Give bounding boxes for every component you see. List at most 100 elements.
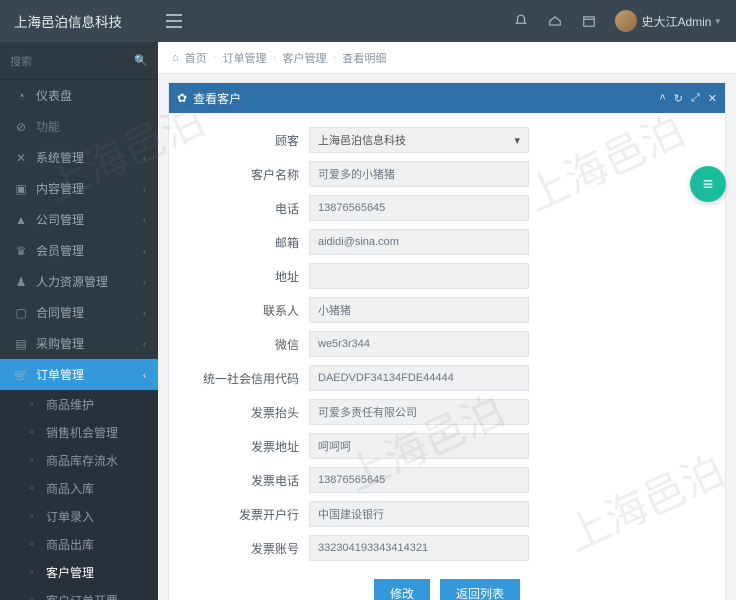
sidebar-sub-product-maintain[interactable]: ▫商品维护 — [0, 390, 158, 418]
sidebar-item-company[interactable]: ▲公司管理‹ — [0, 204, 158, 235]
input-inv-bank[interactable]: 中国建设银行 — [309, 501, 529, 527]
breadcrumb-l2[interactable]: 客户管理 — [282, 50, 326, 66]
menu-toggle-icon[interactable] — [158, 5, 190, 37]
input-phone[interactable]: 13876565645 — [309, 195, 529, 221]
sidebar-item-content[interactable]: ▣内容管理‹ — [0, 173, 158, 204]
grid-icon: ▣ — [12, 182, 30, 196]
dot-icon: ▫ — [30, 511, 44, 522]
sidebar-sub-customer[interactable]: ▫客户管理 — [0, 558, 158, 586]
label-inv-bank: 发票开户行 — [181, 506, 309, 523]
chevron-down-icon: ▾ — [514, 134, 520, 147]
input-contact[interactable]: 小猪猪 — [309, 297, 529, 323]
cart-icon: 🛒 — [12, 368, 30, 382]
breadcrumb-l3: 查看明细 — [342, 50, 386, 66]
person-icon: ♟ — [12, 275, 30, 289]
sep-icon: ◦ — [332, 52, 336, 64]
menu-icon: ≡ — [703, 174, 714, 195]
bell-icon[interactable] — [513, 13, 529, 29]
avatar — [615, 10, 637, 32]
sidebar-sub-stock-flow[interactable]: ▫商品库存流水 — [0, 446, 158, 474]
label-wechat: 微信 — [181, 336, 309, 353]
sidebar-sub-customer-invoice[interactable]: ▫客户订单开票 — [0, 586, 158, 600]
sidebar-item-hr[interactable]: ♟人力资源管理‹ — [0, 266, 158, 297]
sidebar-item-dashboard[interactable]: ◔仪表盘 — [0, 80, 158, 111]
select-tenant[interactable]: 上海邑泊信息科技▾ — [309, 127, 529, 153]
input-inv-addr[interactable]: 呵呵呵 — [309, 433, 529, 459]
label-tenant: 顾客 — [181, 132, 309, 149]
dot-icon: ▫ — [30, 399, 44, 410]
chevron-left-icon: ‹ — [143, 339, 146, 349]
back-button[interactable]: 返回列表 — [440, 579, 520, 600]
dot-icon: ▫ — [30, 455, 44, 466]
input-wechat[interactable]: we5r3r344 — [309, 331, 529, 357]
chevron-left-icon: ‹ — [143, 246, 146, 256]
brand-title: 上海邑泊信息科技 — [0, 11, 158, 31]
input-inv-acct[interactable]: 332304193343414321 — [309, 535, 529, 561]
tool-icon[interactable]: ˄ — [659, 92, 665, 105]
panel-tools: ˄ ↻ ⤢ ✕ — [659, 92, 717, 105]
input-email[interactable]: aididi@sina.com — [309, 229, 529, 255]
panel: ✿ 查看客户 ˄ ↻ ⤢ ✕ 顾客上海邑泊信息科技▾ 客户名称可爱多的小猪猪 电… — [168, 82, 726, 600]
sidebar-sub-stock-out[interactable]: ▫商品出库 — [0, 530, 158, 558]
sidebar-sub-order-entry[interactable]: ▫订单录入 — [0, 502, 158, 530]
close-icon[interactable]: ✕ — [708, 92, 717, 105]
sidebar-item-features[interactable]: ⊘功能 — [0, 111, 158, 142]
sidebar-item-contract[interactable]: ▢合同管理‹ — [0, 297, 158, 328]
search-placeholder: 搜索 — [10, 53, 134, 69]
chevron-left-icon: ‹ — [143, 277, 146, 287]
chevron-left-icon: ‹ — [143, 184, 146, 194]
sidebar-item-system[interactable]: ✕系统管理‹ — [0, 142, 158, 173]
sep-icon: ◦ — [213, 52, 217, 64]
search-icon: 🔍 — [134, 54, 148, 67]
sep-icon: ◦ — [273, 52, 277, 64]
dot-icon: ▫ — [30, 427, 44, 438]
sidebar-item-purchase[interactable]: ▤采购管理‹ — [0, 328, 158, 359]
label-contact: 联系人 — [181, 302, 309, 319]
breadcrumb: ⌂ 首页 ◦ 订单管理 ◦ 客户管理 ◦ 查看明细 — [158, 42, 736, 74]
label-inv-acct: 发票账号 — [181, 540, 309, 557]
sidebar-item-member[interactable]: ♛会员管理‹ — [0, 235, 158, 266]
sidebar-sub-sales-opportunity[interactable]: ▫销售机会管理 — [0, 418, 158, 446]
panel-title: 查看客户 — [193, 90, 241, 107]
crown-icon: ♛ — [12, 244, 30, 258]
dot-icon: ▫ — [30, 595, 44, 600]
breadcrumb-l1[interactable]: 订单管理 — [223, 50, 267, 66]
input-uscc[interactable]: DAEDVDF34134FDE44444 — [309, 365, 529, 391]
doc-icon: ▢ — [12, 306, 30, 320]
topbar-right: 史大江Admin ▾ — [513, 10, 736, 32]
home-icon[interactable]: ⌂ — [172, 52, 179, 64]
input-inv-phone[interactable]: 13876565645 — [309, 467, 529, 493]
panel-header: ✿ 查看客户 ˄ ↻ ⤢ ✕ — [169, 83, 725, 113]
panel-body: 顾客上海邑泊信息科技▾ 客户名称可爱多的小猪猪 电话13876565645 邮箱… — [169, 113, 725, 600]
search-input[interactable]: 搜索 🔍 — [0, 42, 158, 80]
input-inv-title[interactable]: 可爱多责任有限公司 — [309, 399, 529, 425]
input-name[interactable]: 可爱多的小猪猪 — [309, 161, 529, 187]
dot-icon: ▫ — [30, 483, 44, 494]
user-menu[interactable]: 史大江Admin ▾ — [615, 10, 720, 32]
input-addr[interactable] — [309, 263, 529, 289]
dot-icon: ▫ — [30, 539, 44, 550]
wrench-icon: ✕ — [12, 151, 30, 165]
label-inv-addr: 发票地址 — [181, 438, 309, 455]
label-phone: 电话 — [181, 200, 309, 217]
label-uscc: 统一社会信用代码 — [181, 370, 309, 387]
mail-icon[interactable] — [547, 13, 563, 29]
breadcrumb-home[interactable]: 首页 — [185, 50, 207, 66]
modify-button[interactable]: 修改 — [374, 579, 430, 600]
label-addr: 地址 — [181, 268, 309, 285]
calendar-icon[interactable] — [581, 13, 597, 29]
sidebar-sub-stock-in[interactable]: ▫商品入库 — [0, 474, 158, 502]
sidebar-item-order[interactable]: 🛒订单管理‹ — [0, 359, 158, 390]
refresh-icon[interactable]: ↻ — [674, 92, 683, 105]
list-icon: ▤ — [12, 337, 30, 351]
fab-button[interactable]: ≡ — [690, 166, 726, 202]
expand-icon[interactable]: ⤢ — [691, 92, 700, 105]
chevron-left-icon: ‹ — [143, 153, 146, 163]
content-scroll[interactable]: ✿ 查看客户 ˄ ↻ ⤢ ✕ 顾客上海邑泊信息科技▾ 客户名称可爱多的小猪猪 电… — [158, 74, 736, 600]
gauge-icon: ◔ — [12, 89, 30, 103]
chevron-left-icon: ‹ — [143, 308, 146, 318]
building-icon: ▲ — [12, 213, 30, 227]
chevron-left-icon: ‹ — [143, 370, 146, 380]
circle-icon: ⊘ — [12, 120, 30, 134]
label-email: 邮箱 — [181, 234, 309, 251]
